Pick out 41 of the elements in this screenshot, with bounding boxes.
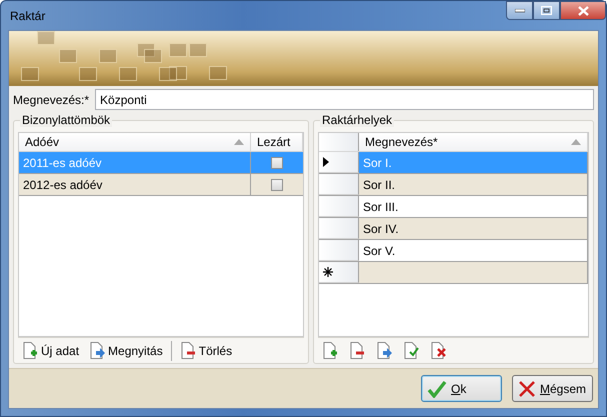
toolbar-button[interactable]: Megnyitás xyxy=(87,342,165,360)
row-header[interactable] xyxy=(319,152,359,173)
checkbox[interactable] xyxy=(271,178,283,190)
cancel-button[interactable]: Mégsem xyxy=(512,375,593,402)
checked-document-icon xyxy=(403,342,420,359)
window-title: Raktár xyxy=(10,8,46,24)
panel-title: Bizonylattömbök xyxy=(20,113,112,127)
column-header[interactable]: Adóév xyxy=(25,133,60,151)
add-document-icon xyxy=(22,342,39,359)
current-row-icon xyxy=(323,157,329,167)
close-icon xyxy=(578,6,588,16)
add-document-icon xyxy=(322,342,339,359)
maximize-button[interactable] xyxy=(533,1,560,20)
arrow-document-icon xyxy=(376,342,393,359)
column-header[interactable]: Lezárt xyxy=(257,133,290,151)
new-row-icon xyxy=(323,267,333,277)
table-cell-text: 2012-es adóév xyxy=(23,176,102,194)
remove-document-icon xyxy=(180,342,197,359)
close-button[interactable] xyxy=(560,1,606,20)
remove-document-icon xyxy=(349,342,366,359)
grid-corner xyxy=(319,133,359,151)
table-cell-text: 2011-es adóév xyxy=(23,154,102,172)
new-row-cell[interactable] xyxy=(359,262,588,283)
toolbar-button[interactable]: Új adat xyxy=(20,342,82,360)
arrow-document-icon xyxy=(89,342,106,359)
maximize-icon xyxy=(541,6,552,15)
table-row[interactable]: 2012-es adóév xyxy=(19,174,303,196)
panel-title: Raktárhelyek xyxy=(320,113,394,127)
table-cell[interactable]: Sor IV. xyxy=(359,218,588,239)
table-cell[interactable]: Sor II. xyxy=(359,174,588,195)
minimize-button[interactable] xyxy=(506,1,533,20)
delete-document-icon xyxy=(430,342,447,359)
cross-icon xyxy=(518,380,536,398)
row-header[interactable] xyxy=(319,262,359,283)
checkbox[interactable] xyxy=(271,156,283,168)
name-input-field[interactable]: Központi xyxy=(95,89,594,110)
name-label: Megnevezés:* xyxy=(13,92,90,108)
minimize-icon xyxy=(514,8,524,12)
toolbar-button[interactable]: Törlés xyxy=(178,342,234,360)
ok-button[interactable]: Ok xyxy=(421,375,502,402)
checkmark-icon xyxy=(427,380,447,398)
